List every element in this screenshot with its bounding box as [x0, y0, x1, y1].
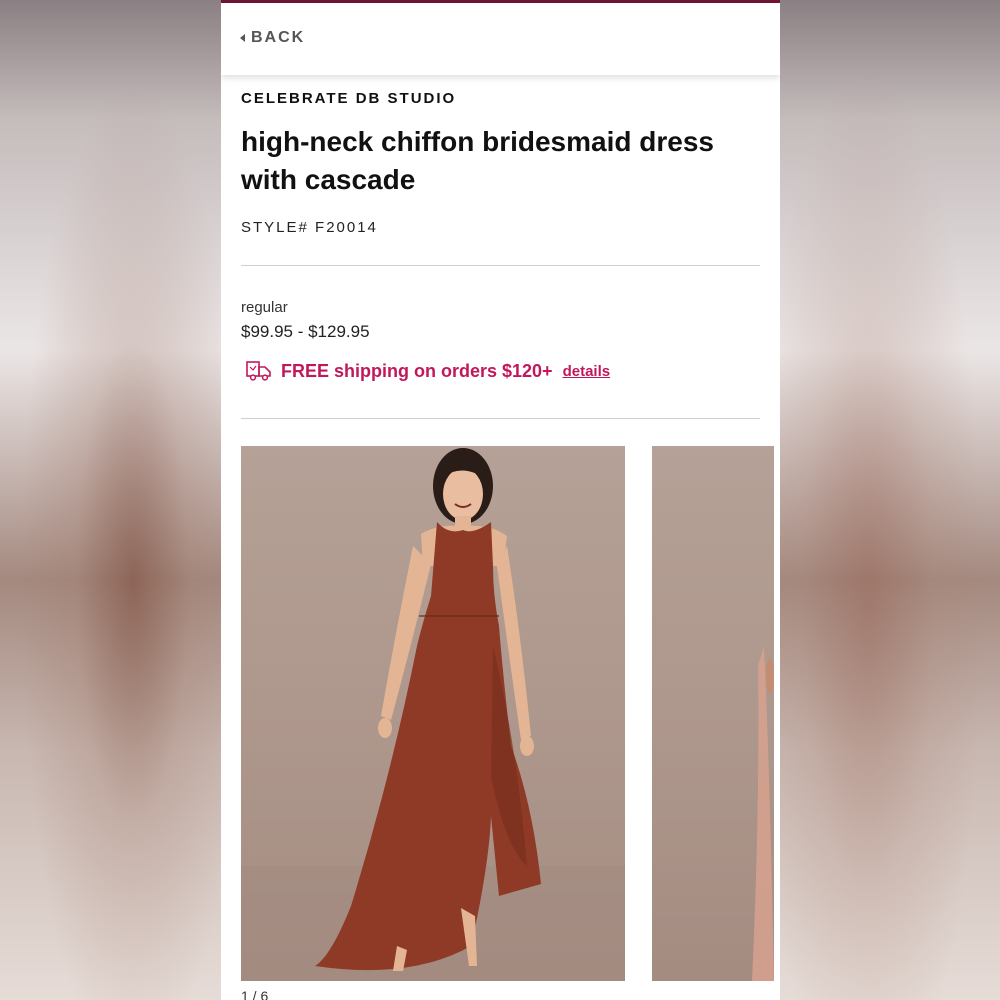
style-number: STYLE# F20014	[241, 219, 378, 236]
product-photo[interactable]	[241, 446, 625, 981]
shipping-text: FREE shipping on orders $120+	[281, 360, 553, 381]
backdrop-blur-right	[780, 0, 1000, 1000]
divider	[241, 418, 760, 419]
dress-model-illustration	[241, 448, 625, 981]
backdrop-blur-left	[0, 0, 222, 1000]
brand-name: CELEBRATE DB STUDIO	[241, 90, 457, 107]
back-label: BACK	[251, 29, 306, 46]
shipping-details-link[interactable]: details	[563, 363, 611, 380]
header-bar: BACK	[221, 3, 780, 75]
mobile-screen: BACK CELEBRATE DB STUDIO high-neck chiff…	[221, 0, 780, 1000]
truck-icon	[246, 361, 271, 381]
product-photo[interactable]	[652, 446, 774, 981]
chevron-left-icon	[240, 34, 245, 42]
back-button[interactable]: BACK	[240, 29, 305, 47]
gallery-pager: 1 / 6	[241, 988, 269, 1000]
price-label: regular	[241, 299, 288, 316]
product-title: high-neck chiffon bridesmaid dress with …	[241, 126, 714, 195]
product-gallery[interactable]	[241, 446, 780, 982]
free-shipping-banner: FREE shipping on orders $120+ details	[245, 360, 610, 382]
price-range: $99.95 - $129.95	[241, 322, 370, 341]
dress-model-illustration	[752, 646, 774, 981]
divider	[241, 265, 760, 266]
